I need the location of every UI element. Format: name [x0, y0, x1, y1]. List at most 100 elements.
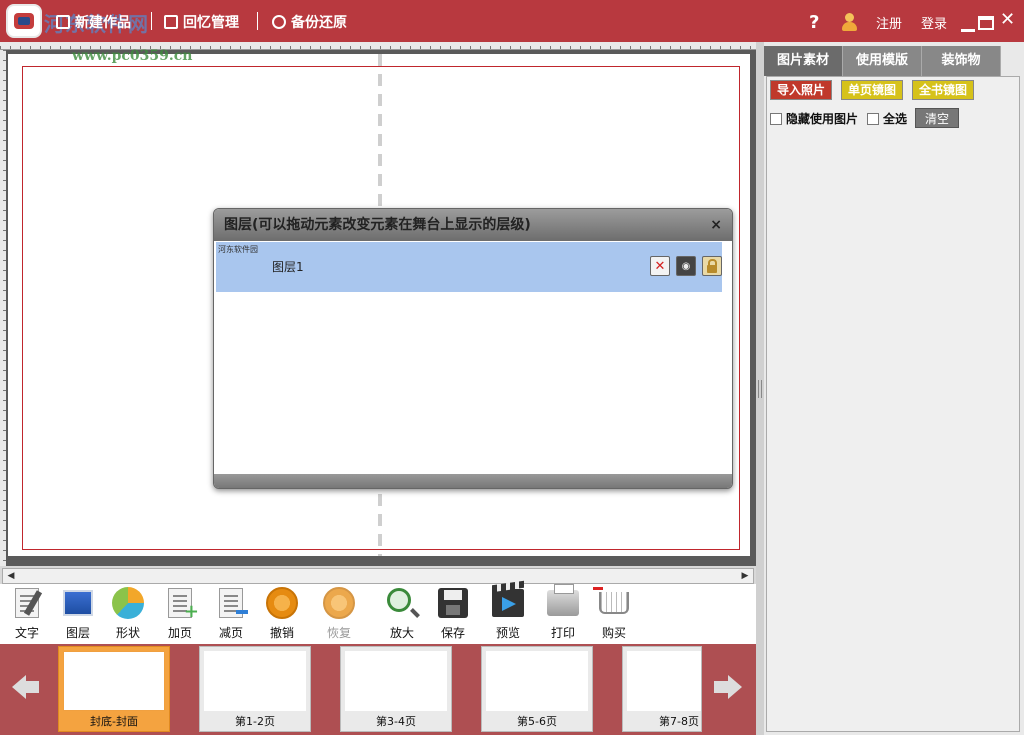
splitter-grip-icon — [758, 380, 762, 398]
menu-separator — [257, 12, 258, 30]
thumbnail-page — [486, 651, 588, 711]
remove-page-label: 减页 — [218, 626, 243, 640]
layer-icon — [61, 586, 95, 620]
maximize-icon — [978, 16, 994, 30]
thumbnail-caption: 第5-6页 — [517, 715, 557, 728]
whole-book-mirror-button[interactable]: 全书镜图 — [912, 80, 975, 100]
maximize-button[interactable] — [978, 13, 994, 33]
thumbnail-caption: 第7-8页 — [659, 715, 699, 728]
scroll-left-icon[interactable]: ◀ — [4, 570, 18, 582]
shape-tool-label: 形状 — [115, 626, 140, 640]
thumbnail-page — [345, 651, 447, 711]
backup-restore-button[interactable]: 备份还原 — [272, 12, 347, 32]
thumbnail-caption: 第3-4页 — [376, 715, 416, 728]
cart-icon — [593, 586, 631, 620]
horizontal-scrollbar[interactable]: ◀ ▶ — [2, 568, 754, 584]
print-icon — [546, 584, 580, 620]
undo-label: 撤销 — [269, 626, 294, 640]
remove-page-button[interactable]: 减页 — [207, 586, 255, 642]
scroll-right-icon[interactable]: ▶ — [738, 570, 752, 582]
layer-thumbnail: 河东软件园 — [218, 245, 258, 254]
zoom-in-label: 放大 — [389, 626, 414, 640]
user-icon — [841, 13, 857, 31]
new-work-button[interactable]: 新建作品 — [56, 12, 131, 32]
save-icon — [436, 586, 470, 620]
register-link[interactable]: 注册 — [876, 12, 902, 32]
single-page-mirror-button[interactable]: 单页镜图 — [841, 80, 904, 100]
select-all-label: 全选 — [883, 112, 908, 126]
hide-used-checkbox[interactable] — [770, 112, 782, 125]
bottom-toolbar: 文字 图层 形状 加页 减页 撤销 恢复 放大 保存 预览 打印 购买 — [0, 584, 756, 644]
preview-label: 预览 — [495, 626, 520, 640]
shape-icon — [111, 586, 145, 620]
globe-icon — [272, 15, 286, 29]
layer-dialog-header[interactable]: 图层(可以拖动元素改变元素在舞台上显示的层级) × — [214, 209, 732, 241]
import-photos-button[interactable]: 导入照片 — [770, 80, 833, 100]
thumbnail-caption: 第1-2页 — [235, 715, 275, 728]
thumbnail-page — [627, 651, 701, 711]
clear-button[interactable]: 清空 — [915, 108, 959, 128]
lock-layer-button[interactable] — [702, 256, 722, 276]
tab-templates[interactable]: 使用模版 — [843, 46, 922, 76]
shape-tool-button[interactable]: 形状 — [104, 586, 152, 642]
minimize-button[interactable] — [961, 20, 975, 40]
layer-dialog-title: 图层(可以拖动元素改变元素在舞台上显示的层级) — [224, 217, 531, 233]
undo-icon — [265, 586, 299, 620]
page-thumbnail-3-4[interactable]: 第3-4页 — [340, 646, 452, 732]
layer-row[interactable]: 河东软件园 图层1 ✕ ◉ — [216, 242, 722, 292]
layer-dialog-footer — [214, 474, 732, 488]
memory-manage-label: 回忆管理 — [183, 15, 239, 31]
add-page-button[interactable]: 加页 — [156, 586, 204, 642]
page-thumbnail-1-2[interactable]: 第1-2页 — [199, 646, 311, 732]
redo-button[interactable]: 恢复 — [315, 586, 363, 642]
redo-icon — [322, 586, 356, 620]
new-work-label: 新建作品 — [75, 15, 131, 31]
save-button[interactable]: 保存 — [429, 586, 477, 642]
layer-name: 图层1 — [272, 260, 304, 274]
hide-used-label: 隐藏使用图片 — [786, 112, 859, 126]
delete-layer-button[interactable]: ✕ — [650, 256, 670, 276]
login-link[interactable]: 登录 — [921, 12, 947, 32]
previous-pages-button[interactable] — [12, 672, 42, 702]
minimize-icon — [961, 28, 975, 32]
page-thumbnail-7-8[interactable]: 第7-8页 — [622, 646, 702, 732]
memory-manage-button[interactable]: 回忆管理 — [164, 12, 239, 32]
right-panel-tabs: 图片素材 使用模版 装饰物 — [764, 46, 1002, 76]
help-icon[interactable]: ? — [809, 12, 819, 33]
preview-icon — [491, 586, 525, 620]
page-thumbnail-cover[interactable]: 封底-封面 — [58, 646, 170, 732]
new-document-icon — [56, 15, 70, 29]
text-tool-button[interactable]: 文字 — [3, 586, 51, 642]
page-filmstrip: 封底-封面 第1-2页 第3-4页 第5-6页 第7-8页 — [0, 644, 756, 735]
zoom-in-button[interactable]: 放大 — [378, 586, 426, 642]
layer-dialog-close-button[interactable]: × — [710, 209, 722, 241]
select-all-option[interactable]: 全选 — [867, 110, 907, 127]
redo-label: 恢复 — [326, 626, 351, 640]
close-window-button[interactable]: ✕ — [1000, 9, 1015, 30]
select-all-checkbox[interactable] — [867, 112, 879, 125]
next-pages-button[interactable] — [712, 672, 742, 702]
tab-photo-assets[interactable]: 图片素材 — [764, 46, 843, 76]
watermark-url: www.pc0359.cn — [72, 48, 193, 64]
undo-button[interactable]: 撤销 — [258, 586, 306, 642]
page-thumbnail-5-6[interactable]: 第5-6页 — [481, 646, 593, 732]
tab-decorations[interactable]: 装饰物 — [922, 46, 1001, 76]
arrow-right-icon — [728, 675, 742, 699]
arrow-left-icon — [12, 675, 26, 699]
right-panel: 图片素材 使用模版 装饰物 导入照片 单页镜图 全书镜图 隐藏使用图片 全选 清… — [764, 42, 1024, 735]
thumbnail-caption: 封底-封面 — [90, 715, 138, 728]
print-label: 打印 — [550, 626, 575, 640]
panel-splitter[interactable] — [756, 42, 764, 735]
zoom-in-icon — [385, 586, 419, 620]
hide-used-option[interactable]: 隐藏使用图片 — [770, 110, 858, 127]
user-button[interactable] — [841, 12, 857, 32]
backup-restore-label: 备份还原 — [291, 15, 347, 31]
print-button[interactable]: 打印 — [539, 584, 587, 642]
preview-button[interactable]: 预览 — [484, 586, 532, 642]
add-page-icon — [163, 586, 199, 622]
layer-dialog: 图层(可以拖动元素改变元素在舞台上显示的层级) × 河东软件园 图层1 ✕ ◉ — [213, 208, 733, 489]
layer-tool-button[interactable]: 图层 — [54, 586, 102, 642]
buy-button[interactable]: 购买 — [590, 586, 638, 642]
toggle-visibility-button[interactable]: ◉ — [676, 256, 696, 276]
lock-icon — [707, 258, 717, 273]
